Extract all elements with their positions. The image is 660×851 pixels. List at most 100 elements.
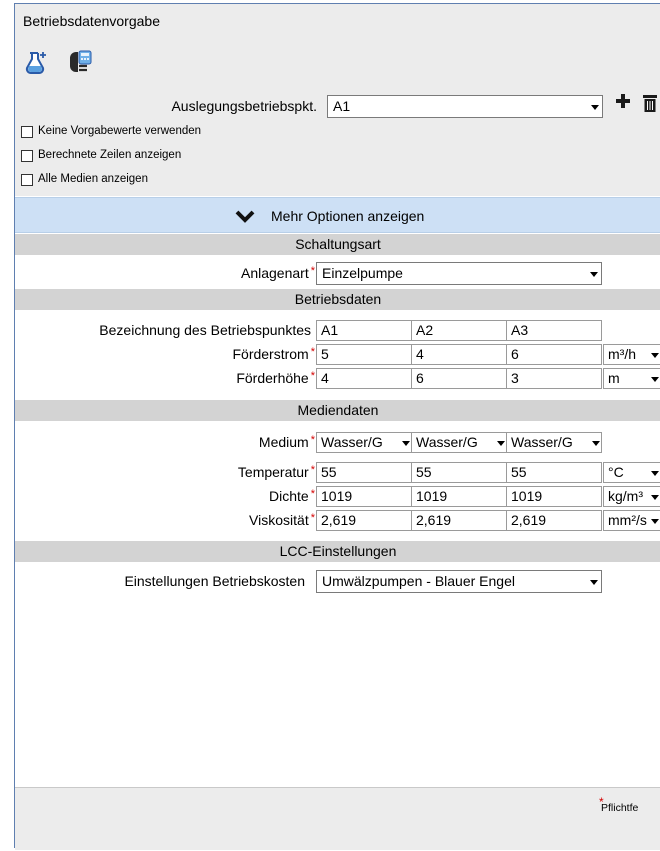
foerderstrom-field[interactable]: 6 — [506, 344, 602, 365]
chevron-down-icon[interactable] — [493, 433, 506, 452]
chevron-down-icon[interactable] — [647, 511, 660, 530]
unit-value: °C — [608, 464, 624, 480]
anlagenart-label: Anlagenart * — [95, 265, 315, 281]
foerderstrom-unit-select[interactable]: m³/h — [603, 344, 660, 365]
unit-value: mm²/s — [608, 512, 647, 528]
medium-value: Wasser/G — [511, 434, 573, 450]
operating-point-name-field[interactable]: A2 — [411, 320, 507, 341]
required-marker: * — [310, 464, 315, 476]
chevron-down-icon[interactable] — [586, 571, 601, 592]
foerderhoehe-label-text: Förderhöhe — [236, 370, 309, 386]
window-title: Betriebsdatenvorgabe — [23, 13, 160, 29]
foerderstrom-field[interactable]: 5 — [316, 344, 412, 365]
dichte-label-text: Dichte — [269, 488, 309, 504]
required-marker: * — [310, 370, 315, 382]
foerderhoehe-field[interactable]: 3 — [506, 368, 602, 389]
chevron-down-icon[interactable] — [398, 433, 411, 452]
required-marker: * — [599, 795, 604, 809]
medium-value: Wasser/G — [416, 434, 478, 450]
foerderhoehe-unit-select[interactable]: m — [603, 368, 660, 389]
section-header-lcc: LCC-Einstellungen — [15, 541, 660, 562]
required-marker: * — [310, 488, 315, 500]
window-frame: Betriebsdatenvorgabe Auslegungsbetriebsp… — [14, 3, 660, 850]
unit-value: m — [608, 370, 620, 386]
required-marker: * — [310, 265, 315, 277]
plug-calculator-icon[interactable] — [67, 49, 93, 75]
chevron-down-icon[interactable] — [586, 263, 601, 284]
checkbox-label: Keine Vorgabewerte verwenden — [38, 125, 202, 137]
dichte-field[interactable]: 1019 — [411, 486, 507, 507]
dichte-unit-select[interactable]: kg/m³ — [603, 486, 660, 507]
required-marker: * — [310, 512, 315, 524]
operating-point-name-field[interactable]: A3 — [506, 320, 602, 341]
lcc-select[interactable]: Umwälzpumpen - Blauer Engel — [316, 570, 602, 593]
required-note: * Pflichtfe — [599, 795, 639, 814]
design-point-label: Auslegungsbetriebspkt. — [171, 98, 317, 114]
viskositaet-unit-select[interactable]: mm²/s — [603, 510, 660, 531]
flask-plus-icon[interactable] — [23, 49, 49, 75]
chevron-down-icon[interactable] — [588, 433, 601, 452]
anlagenart-label-text: Anlagenart — [241, 265, 309, 281]
toolbar — [15, 41, 660, 86]
chevron-down-icon[interactable] — [647, 487, 660, 506]
checkbox-box[interactable] — [21, 150, 33, 162]
viskositaet-field[interactable]: 2,619 — [316, 510, 412, 531]
lcc-label: Einstellungen Betriebskosten — [124, 573, 305, 589]
title-bar: Betriebsdatenvorgabe — [15, 4, 660, 42]
anlagenart-select[interactable]: Einzelpumpe — [316, 262, 602, 285]
medium-select[interactable]: Wasser/G — [316, 432, 412, 453]
unit-value: kg/m³ — [608, 488, 643, 504]
medium-value: Wasser/G — [321, 434, 383, 450]
more-options-label: Mehr Optionen anzeigen — [271, 208, 425, 224]
viskositaet-label: Viskosität * — [95, 512, 315, 528]
medium-label-text: Medium — [258, 434, 309, 450]
dichte-label: Dichte * — [95, 488, 315, 504]
medium-select[interactable]: Wasser/G — [411, 432, 507, 453]
viskositaet-field[interactable]: 2,619 — [411, 510, 507, 531]
temperatur-field[interactable]: 55 — [411, 462, 507, 483]
options-panel: Auslegungsbetriebspkt. A1 Keine Vorgabew… — [15, 86, 660, 196]
more-options-toggle[interactable]: Mehr Optionen anzeigen — [15, 197, 660, 233]
required-note-text: Pflichtfe — [601, 802, 639, 814]
design-point-value: A1 — [333, 98, 351, 114]
medium-select[interactable]: Wasser/G — [506, 432, 602, 453]
dichte-field[interactable]: 1019 — [316, 486, 412, 507]
required-marker: * — [310, 346, 315, 358]
operating-point-name-field[interactable]: A1 — [316, 320, 412, 341]
chevron-down-icon[interactable] — [647, 345, 660, 364]
foerderhoehe-label: Förderhöhe * — [95, 370, 315, 386]
unit-value: m³/h — [608, 346, 636, 362]
viskositaet-field[interactable]: 2,619 — [506, 510, 602, 531]
checkbox-box[interactable] — [21, 174, 33, 186]
foerderstrom-label: Förderstrom * — [95, 346, 315, 362]
section-header-schaltungsart: Schaltungsart — [15, 234, 660, 255]
plus-icon[interactable] — [615, 93, 631, 109]
medium-label: Medium * — [95, 434, 315, 450]
section-header-betriebsdaten: Betriebsdaten — [15, 289, 660, 310]
section-header-mediendaten: Mediendaten — [15, 400, 660, 421]
temperatur-field[interactable]: 55 — [316, 462, 412, 483]
foerderhoehe-field[interactable]: 6 — [411, 368, 507, 389]
required-marker: * — [310, 434, 315, 446]
temperatur-field[interactable]: 55 — [506, 462, 602, 483]
chevron-down-icon — [235, 210, 255, 223]
chevron-down-icon[interactable] — [587, 96, 602, 117]
chevron-down-icon[interactable] — [647, 369, 660, 388]
anlagenart-value: Einzelpumpe — [322, 265, 403, 281]
temperatur-label-text: Temperatur — [237, 464, 309, 480]
foerderhoehe-field[interactable]: 4 — [316, 368, 412, 389]
checkbox-label: Alle Medien anzeigen — [38, 173, 148, 185]
temperatur-unit-select[interactable]: °C — [603, 462, 660, 483]
trash-icon[interactable] — [643, 94, 657, 112]
lcc-value: Umwälzpumpen - Blauer Engel — [322, 573, 515, 589]
footer-bar: * Pflichtfe — [15, 787, 660, 850]
dichte-field[interactable]: 1019 — [506, 486, 602, 507]
design-point-select[interactable]: A1 — [327, 95, 603, 118]
operating-point-label: Bezeichnung des Betriebspunktes — [99, 322, 311, 338]
checkbox-label: Berechnete Zeilen anzeigen — [38, 149, 182, 161]
foerderstrom-label-text: Förderstrom — [232, 346, 309, 362]
chevron-down-icon[interactable] — [647, 463, 660, 482]
checkbox-box[interactable] — [21, 126, 33, 138]
temperatur-label: Temperatur * — [95, 464, 315, 480]
foerderstrom-field[interactable]: 4 — [411, 344, 507, 365]
